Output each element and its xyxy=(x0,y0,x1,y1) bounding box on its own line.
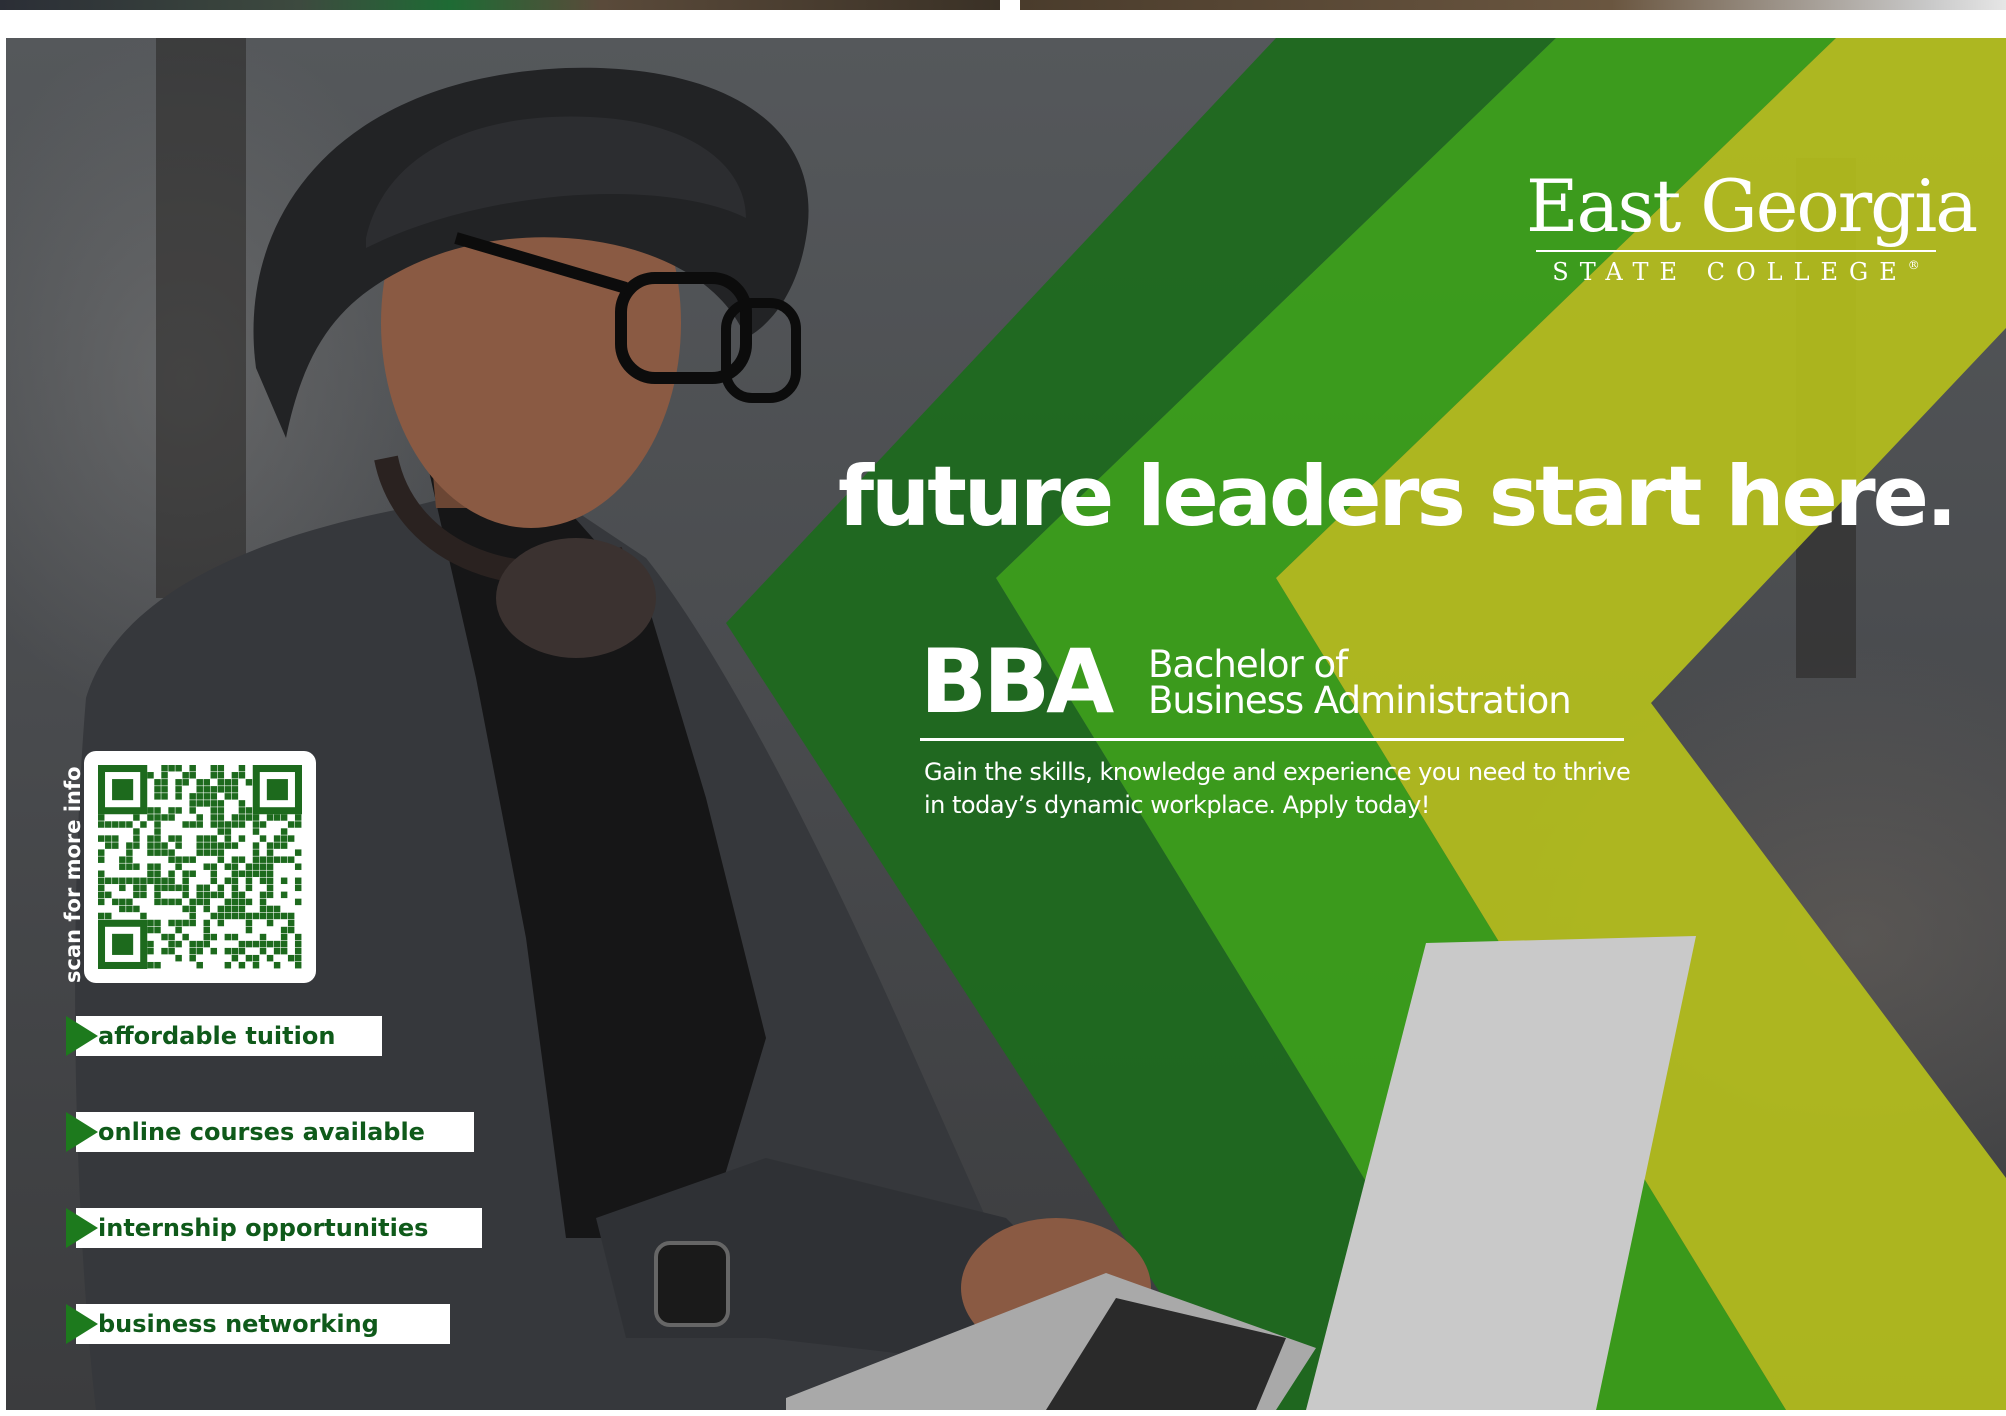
qr-code-card[interactable] xyxy=(84,751,316,983)
bba-poster: East Georgia STATE COLLEGE® future leade… xyxy=(6,38,2006,1410)
previous-image-strip-right xyxy=(1020,0,2006,10)
feature-arrow-icon xyxy=(66,1208,98,1248)
logo-subtitle-text: STATE COLLEGE xyxy=(1552,258,1908,286)
laptop-screen xyxy=(1306,936,1696,1410)
logo-name: East Georgia xyxy=(1526,164,1978,248)
program-name-line2: Business Administration xyxy=(1148,679,1572,722)
program-description: Gain the skills, knowledge and experienc… xyxy=(924,758,1631,819)
feature-label: business networking xyxy=(76,1304,450,1344)
qr-caption: scan for more info xyxy=(61,766,85,983)
feature-label: online courses available xyxy=(76,1112,474,1152)
qr-code-icon[interactable] xyxy=(98,765,302,969)
page: East Georgia STATE COLLEGE® future leade… xyxy=(0,0,2006,1416)
program-abbreviation: BBA xyxy=(920,630,1114,733)
feature-arrow-icon xyxy=(66,1304,98,1344)
logo-divider xyxy=(1536,250,1936,252)
logo-subtitle: STATE COLLEGE® xyxy=(1526,258,1946,286)
feature-label: internship opportunities xyxy=(76,1208,482,1248)
college-logo: East Georgia STATE COLLEGE® xyxy=(1526,164,1978,286)
wristwatch xyxy=(654,1241,730,1327)
previous-image-strip-left xyxy=(0,0,1000,10)
trademark-symbol: ® xyxy=(1907,258,1920,272)
feature-arrow-icon xyxy=(66,1112,98,1152)
program-divider xyxy=(920,738,1624,741)
headphone-cup xyxy=(496,538,656,658)
headline: future leaders start here. xyxy=(838,448,1958,545)
feature-arrow-icon xyxy=(66,1016,98,1056)
feature-label: affordable tuition xyxy=(76,1016,382,1056)
